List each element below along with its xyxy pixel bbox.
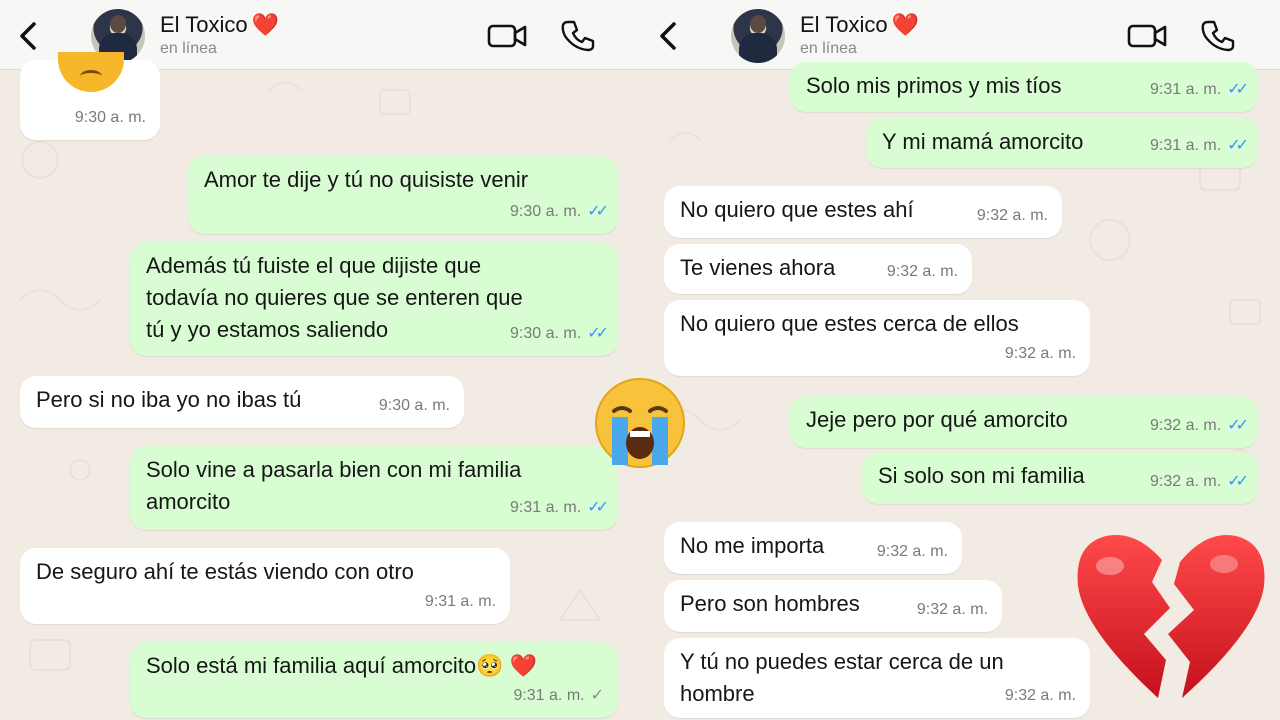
message-time: 9:30 a. m.: [378, 397, 450, 414]
contact-status: en línea: [800, 40, 857, 57]
message-bubble-incoming[interactable]: No me importa 9:32 a. m.: [664, 522, 962, 574]
double-check-icon: ✓✓: [1227, 137, 1249, 154]
message-time: 9:31 a. m. ✓✓: [510, 499, 609, 516]
message-bubble-incoming[interactable]: Te vienes ahora 9:32 a. m.: [664, 244, 972, 294]
message-text: Te vienes ahora: [680, 255, 836, 280]
message-bubble-incoming[interactable]: Y tú no puedes estar cerca de un hombre …: [664, 638, 1090, 718]
message-text: Jeje pero por qué amorcito: [806, 407, 1068, 432]
message-bubble-outgoing[interactable]: Amor te dije y tú no quisiste venir 9:30…: [188, 156, 618, 234]
phone-icon[interactable]: [1200, 18, 1236, 54]
message-bubble-outgoing[interactable]: Solo está mi familia aquí amorcito🥺 ❤️ 9…: [130, 642, 618, 718]
message-text: Solo mis primos y mis tíos: [806, 73, 1062, 98]
contact-info[interactable]: El Toxico ❤️ en línea: [800, 12, 919, 58]
chat-header: El Toxico ❤️ en línea: [640, 0, 1280, 70]
message-text: No me importa: [680, 533, 825, 558]
message-time: 9:30 a. m.: [74, 109, 146, 126]
message-time: 9:30 a. m. ✓✓: [510, 325, 609, 342]
message-time: 9:30 a. m. ✓✓: [510, 203, 609, 220]
message-time: 9:32 a. m.: [976, 207, 1048, 224]
message-text: Solo está mi familia aquí amorcito🥺 ❤️: [146, 653, 538, 678]
loudly-crying-face-emoji-icon: [595, 378, 685, 468]
chevron-left-icon[interactable]: [14, 18, 44, 54]
message-bubble-incoming[interactable]: No quiero que estes cerca de ellos 9:32 …: [664, 300, 1090, 376]
sad-face-emoji-icon: [58, 52, 124, 92]
message-time: 9:32 a. m. ✓✓: [1150, 473, 1249, 490]
message-bubble-incoming[interactable]: 9:30 a. m.: [20, 52, 160, 140]
message-text: Si solo son mi familia: [878, 463, 1085, 488]
message-bubble-incoming[interactable]: Pero son hombres 9:32 a. m.: [664, 580, 1002, 632]
message-bubble-incoming[interactable]: De seguro ahí te estás viendo con otro 9…: [20, 548, 510, 624]
double-check-icon: ✓✓: [587, 499, 609, 516]
single-check-icon: ✓: [590, 687, 604, 704]
double-check-icon: ✓✓: [1227, 473, 1249, 490]
message-bubble-outgoing[interactable]: Además tú fuiste el que dijiste que toda…: [130, 242, 618, 356]
message-bubble-outgoing[interactable]: Solo vine a pasarla bien con mi familia …: [130, 446, 618, 530]
contact-name: El Toxico ❤️: [160, 12, 280, 37]
chat-pane-left: El Toxico ❤️ en línea 9:30 a. m. Amor te …: [0, 0, 640, 720]
message-time: 9:32 a. m.: [876, 543, 948, 560]
message-bubble-incoming[interactable]: Pero si no iba yo no ibas tú 9:30 a. m.: [20, 376, 464, 428]
contact-info[interactable]: El Toxico ❤️ en línea: [160, 12, 279, 58]
message-time: 9:32 a. m.: [1004, 345, 1076, 362]
contact-name: El Toxico ❤️: [800, 12, 920, 37]
message-text: Pero son hombres: [680, 591, 860, 616]
double-check-icon: ✓✓: [1227, 81, 1249, 98]
message-time: 9:31 a. m.: [424, 593, 496, 610]
message-time: 9:32 a. m. ✓✓: [1150, 417, 1249, 434]
message-time: 9:32 a. m.: [916, 601, 988, 618]
heart-emoji-icon: ❤️: [251, 12, 280, 37]
double-check-icon: ✓✓: [587, 203, 609, 220]
chevron-left-icon[interactable]: [654, 18, 684, 54]
message-text: Y mi mamá amorcito: [882, 129, 1084, 154]
avatar[interactable]: [731, 9, 785, 63]
message-bubble-incoming[interactable]: No quiero que estes ahí 9:32 a. m.: [664, 186, 1062, 238]
message-bubble-outgoing[interactable]: Solo mis primos y mis tíos 9:31 a. m. ✓✓: [790, 62, 1258, 112]
contact-status: en línea: [160, 40, 217, 57]
message-text: Pero si no iba yo no ibas tú: [36, 387, 302, 412]
message-text: Además tú fuiste el que dijiste que toda…: [146, 253, 523, 342]
message-bubble-outgoing[interactable]: Si solo son mi familia 9:32 a. m. ✓✓: [862, 452, 1258, 504]
double-check-icon: ✓✓: [587, 325, 609, 342]
video-camera-icon[interactable]: [1127, 22, 1167, 50]
heart-emoji-icon: ❤️: [891, 12, 920, 37]
broken-heart-emoji-icon: [1077, 535, 1265, 698]
message-text: No quiero que estes ahí: [680, 197, 914, 222]
message-bubble-outgoing[interactable]: Jeje pero por qué amorcito 9:32 a. m. ✓✓: [790, 396, 1258, 448]
double-check-icon: ✓✓: [1227, 417, 1249, 434]
message-text: No quiero que estes cerca de ellos: [680, 311, 1019, 336]
message-text: De seguro ahí te estás viendo con otro: [36, 559, 414, 584]
video-camera-icon[interactable]: [487, 22, 527, 50]
message-time: 9:32 a. m.: [1004, 687, 1076, 704]
message-time: 9:32 a. m.: [886, 263, 958, 280]
message-time: 9:31 a. m. ✓: [513, 687, 604, 704]
phone-icon[interactable]: [560, 18, 596, 54]
message-time: 9:31 a. m. ✓✓: [1150, 81, 1249, 98]
message-bubble-outgoing[interactable]: Y mi mamá amorcito 9:31 a. m. ✓✓: [866, 118, 1258, 168]
message-text: Amor te dije y tú no quisiste venir: [204, 167, 529, 192]
message-time: 9:31 a. m. ✓✓: [1150, 137, 1249, 154]
